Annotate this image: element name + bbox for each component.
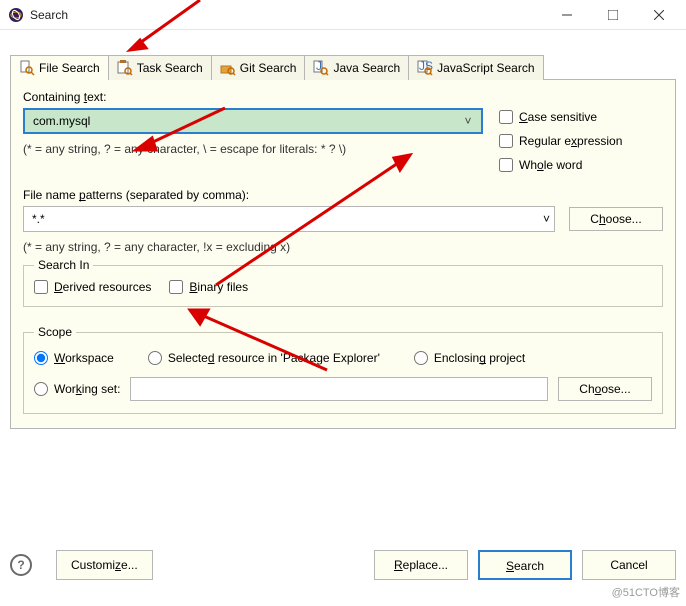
- tab-label: Java Search: [333, 61, 400, 75]
- containing-text-input[interactable]: [31, 113, 459, 129]
- help-button[interactable]: ?: [10, 554, 32, 576]
- search-button[interactable]: Search: [478, 550, 572, 580]
- scope-working-set-radio[interactable]: Working set:: [34, 382, 120, 396]
- containing-text-hint: (* = any string, ? = any character, \ = …: [23, 142, 483, 156]
- file-patterns-hint: (* = any string, ? = any character, !x =…: [23, 240, 663, 254]
- scope-legend: Scope: [34, 325, 76, 339]
- minimize-button[interactable]: [544, 0, 590, 30]
- watermark: @51CTO博客: [612, 584, 680, 600]
- scope-selected-radio[interactable]: Selected resource in 'Package Explorer': [148, 351, 380, 365]
- scope-group: Scope Workspace Selected resource in 'Pa…: [23, 325, 663, 414]
- file-search-tab-icon: [19, 60, 35, 76]
- java-search-tab-icon: J: [313, 60, 329, 76]
- choose-working-set-button[interactable]: Choose...: [558, 377, 652, 401]
- choose-patterns-button[interactable]: Choose...: [569, 207, 663, 231]
- task-search-tab-icon: [117, 60, 133, 76]
- titlebar: Search: [0, 0, 686, 30]
- js-search-tab-icon: JS: [417, 60, 433, 76]
- tab-label: Task Search: [137, 61, 203, 75]
- eclipse-icon: [8, 7, 24, 23]
- file-patterns-input[interactable]: [30, 211, 543, 227]
- derived-resources-checkbox[interactable]: Derived resources: [34, 280, 151, 294]
- git-search-tab-icon: [220, 60, 236, 76]
- cancel-button[interactable]: Cancel: [582, 550, 676, 580]
- customize-button[interactable]: Customize...: [56, 550, 153, 580]
- scope-enclosing-radio[interactable]: Enclosing project: [414, 351, 525, 365]
- working-set-input[interactable]: [130, 377, 548, 401]
- replace-button[interactable]: Replace...: [374, 550, 468, 580]
- dialog-footer: ? Customize... Replace... Search Cancel: [10, 550, 676, 580]
- tab-task-search[interactable]: Task Search: [109, 55, 212, 80]
- tab-bar: File Search Task Search Git Search J Jav…: [10, 54, 676, 79]
- tab-git-search[interactable]: Git Search: [212, 55, 306, 80]
- tab-label: JavaScript Search: [437, 61, 534, 75]
- case-sensitive-checkbox[interactable]: Case sensitive: [499, 110, 622, 124]
- containing-text-combo[interactable]: ˅: [23, 108, 483, 134]
- file-patterns-combo[interactable]: ˅: [23, 206, 555, 232]
- tab-label: File Search: [39, 61, 100, 75]
- chevron-down-icon[interactable]: ˅: [543, 212, 550, 226]
- binary-files-checkbox[interactable]: Binary files: [169, 280, 248, 294]
- tab-label: Git Search: [240, 61, 297, 75]
- window-title: Search: [30, 8, 544, 22]
- whole-word-checkbox[interactable]: Whole word: [499, 158, 622, 172]
- file-patterns-label: File name patterns (separated by comma):: [23, 188, 249, 202]
- search-panel: Containing text: ˅ (* = any string, ? = …: [10, 79, 676, 429]
- containing-text-label: Containing text:: [23, 90, 106, 104]
- tab-file-search[interactable]: File Search: [10, 55, 109, 80]
- regex-checkbox[interactable]: Regular expression: [499, 134, 622, 148]
- tab-js-search[interactable]: JS JavaScript Search: [409, 55, 543, 80]
- chevron-down-icon[interactable]: ˅: [459, 114, 477, 128]
- search-in-legend: Search In: [34, 258, 93, 272]
- scope-workspace-radio[interactable]: Workspace: [34, 351, 114, 365]
- search-in-group: Search In Derived resources Binary files: [23, 258, 663, 307]
- tab-java-search[interactable]: J Java Search: [305, 55, 409, 80]
- close-button[interactable]: [636, 0, 682, 30]
- maximize-button[interactable]: [590, 0, 636, 30]
